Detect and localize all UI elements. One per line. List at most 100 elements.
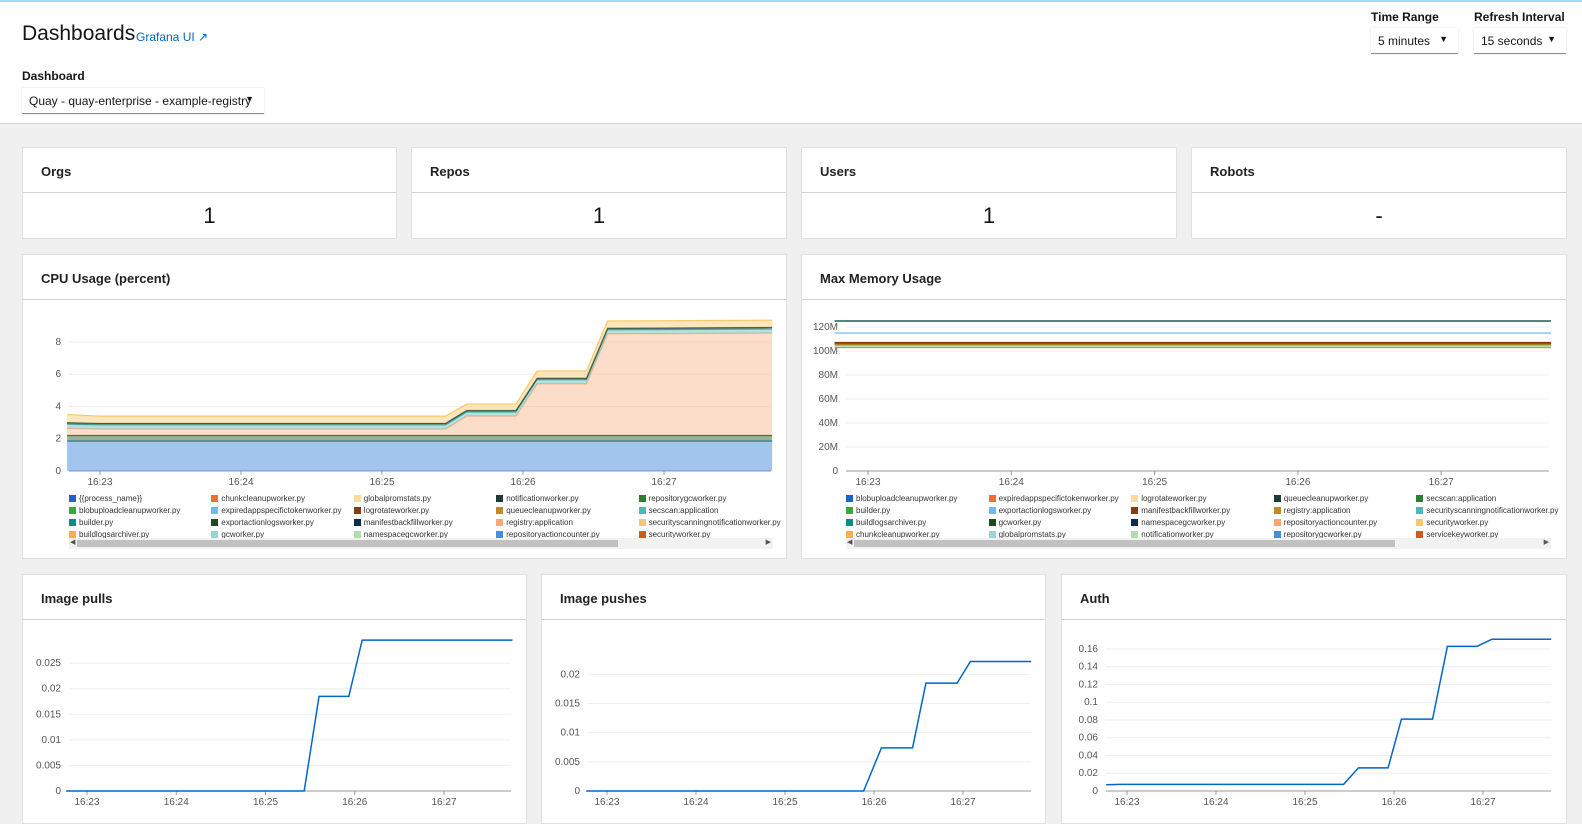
legend-item[interactable]: repositorygcworker.py	[638, 493, 781, 503]
legend-item[interactable]: {{process_name}}	[69, 493, 211, 503]
legend-label: logrotateworker.py	[363, 505, 430, 515]
legend-item[interactable]: notificationworker.py	[496, 493, 638, 503]
time-range-label: Time Range	[1371, 10, 1439, 24]
stat-card-robots: Robots -	[1191, 147, 1567, 239]
chart-svg: 0 2 4 6 8 16:23 16:24 16:25 16:26 16:27	[55, 319, 773, 488]
legend-label: securityscanningnotificationworker.py	[648, 517, 781, 527]
y-tick-label: 80M	[819, 370, 838, 381]
legend-swatch	[353, 518, 361, 526]
legend-swatch	[211, 494, 219, 502]
legend-label: blobuploadcleanupworker.py	[856, 493, 958, 503]
legend-swatch	[988, 518, 996, 526]
image-pushes-panel: Image pushes 0 0.005 0.01 0.015 0.02 16:23 16:2…	[541, 574, 1046, 824]
legend-swatch	[1131, 494, 1139, 502]
stat-title: Orgs	[23, 148, 396, 193]
legend-item[interactable]: logrotateworker.py	[1131, 493, 1274, 503]
legend-swatch	[988, 494, 996, 502]
legend-swatch	[211, 506, 219, 514]
scroll-left-icon[interactable]: ◀	[847, 538, 852, 546]
legend-item[interactable]: logrotateworker.py	[353, 505, 496, 515]
y-tick-label: 0.06	[1079, 733, 1099, 744]
legend-label: secscan:application	[1426, 493, 1497, 503]
legend-scrollbar[interactable]: ◀ ▶	[846, 538, 1551, 549]
y-tick-label: 0.04	[1079, 750, 1099, 761]
legend-item[interactable]: registry:application	[1273, 505, 1417, 515]
scroll-left-icon[interactable]: ◀	[70, 538, 75, 546]
legend-item[interactable]: chunkcleanupworker.py	[211, 493, 353, 503]
x-tick-label: 16:24	[228, 477, 253, 488]
legend-label: expiredappspecifictokenworker.py	[998, 493, 1119, 503]
legend-swatch	[353, 494, 361, 502]
legend-label: securityworker.py	[1426, 517, 1489, 527]
x-tick-label: 16:26	[1285, 477, 1310, 488]
y-tick-label: 0	[574, 786, 580, 797]
refresh-interval-select[interactable]: 15 seconds ▼	[1474, 28, 1566, 54]
y-tick-label: 0.12	[1079, 679, 1099, 690]
legend-label: blobuploadcleanupworker.py	[79, 505, 181, 515]
legend-swatch	[638, 506, 646, 514]
legend-item[interactable]: securityscanningnotificationworker.py	[1416, 505, 1559, 515]
legend-item[interactable]: secscan:application	[638, 505, 781, 515]
legend-item[interactable]: expiredappspecifictokenworker.py	[988, 493, 1132, 503]
legend-item[interactable]: blobuploadcleanupworker.py	[846, 493, 989, 503]
y-tick-label: 0.02	[42, 684, 62, 695]
legend-item[interactable]: expiredappspecifictokenworker.py	[211, 505, 353, 515]
legend-swatch	[1416, 506, 1424, 514]
stat-title: Robots	[1192, 148, 1566, 193]
x-tick-label: 16:23	[855, 477, 880, 488]
legend-item[interactable]: securityworker.py	[1416, 517, 1559, 527]
legend-swatch	[846, 530, 853, 538]
legend-label: secscan:application	[648, 505, 719, 515]
legend-item[interactable]: manifestbackfillworker.py	[353, 517, 496, 527]
legend-item[interactable]: namespacegcworker.py	[1131, 517, 1274, 527]
x-tick-label: 16:27	[1470, 797, 1495, 805]
legend-item[interactable]: gcworker.py	[988, 517, 1132, 527]
legend-scrollbar[interactable]: ◀ ▶	[69, 538, 773, 549]
legend-swatch	[1131, 518, 1139, 526]
legend-item[interactable]: builder.py	[846, 505, 989, 515]
scroll-right-icon[interactable]: ▶	[1544, 538, 1549, 546]
y-tick-label: 2	[55, 434, 61, 445]
x-tick-label: 16:24	[683, 797, 708, 805]
grafana-ui-link[interactable]: Grafana UI ↗	[136, 30, 208, 44]
legend-item[interactable]: manifestbackfillworker.py	[1131, 505, 1274, 515]
legend-item[interactable]: repositoryactioncounter.py	[1273, 517, 1417, 527]
y-tick-label: 20M	[819, 442, 838, 453]
legend-swatch	[496, 506, 504, 514]
y-tick-label: 60M	[819, 394, 838, 405]
legend-label: expiredappspecifictokenworker.py	[221, 505, 342, 515]
x-tick-label: 16:26	[861, 797, 886, 805]
legend-item[interactable]: blobuploadcleanupworker.py	[69, 505, 211, 515]
legend-item[interactable]: globalpromstats.py	[353, 493, 496, 503]
y-tick-label: 4	[55, 401, 61, 412]
legend-item[interactable]: exportactionlogsworker.py	[211, 517, 353, 527]
legend-item[interactable]: queuecleanupworker.py	[496, 505, 638, 515]
legend-swatch	[846, 506, 853, 514]
chart-legend: {{process_name}} chunkcleanupworker.py glo…	[69, 493, 781, 539]
chart-svg: 0 20M 40M 60M 80M 100M 120M 16:23 16:24 16:25 16:2…	[813, 320, 1552, 488]
legend-label: chunkcleanupworker.py	[221, 493, 305, 503]
legend-item[interactable]: registry:application	[496, 517, 638, 527]
chart-svg: 0 0.005 0.01 0.015 0.02 16:23 16:24 16:25 16:26 1…	[555, 660, 1032, 805]
legend-swatch	[1131, 506, 1139, 514]
x-tick-label: 16:23	[594, 797, 619, 805]
legend-item[interactable]: exportactionlogsworker.py	[988, 505, 1132, 515]
area-series	[67, 441, 773, 471]
dashboard-select[interactable]: Quay - quay-enterprise - example-registr…	[22, 88, 264, 114]
time-range-select[interactable]: 5 minutes ▼	[1371, 28, 1458, 54]
legend-item[interactable]: secscan:application	[1416, 493, 1559, 503]
scrollbar-thumb[interactable]	[77, 540, 618, 547]
time-range-value: 5 minutes	[1378, 34, 1431, 48]
y-tick-label: 0.14	[1079, 662, 1099, 673]
legend-swatch	[1273, 494, 1281, 502]
legend-swatch	[496, 530, 504, 538]
scrollbar-thumb[interactable]	[854, 540, 1395, 547]
legend-item[interactable]: queuecleanupworker.py	[1273, 493, 1417, 503]
scroll-right-icon[interactable]: ▶	[766, 538, 771, 546]
legend-item[interactable]: buildlogsarchiver.py	[846, 517, 989, 527]
legend-item[interactable]: builder.py	[69, 517, 211, 527]
legend-swatch	[638, 518, 646, 526]
legend-item[interactable]: securityscanningnotificationworker.py	[638, 517, 781, 527]
x-tick-label: 16:26	[510, 477, 535, 488]
legend-label: {{process_name}}	[79, 493, 143, 503]
